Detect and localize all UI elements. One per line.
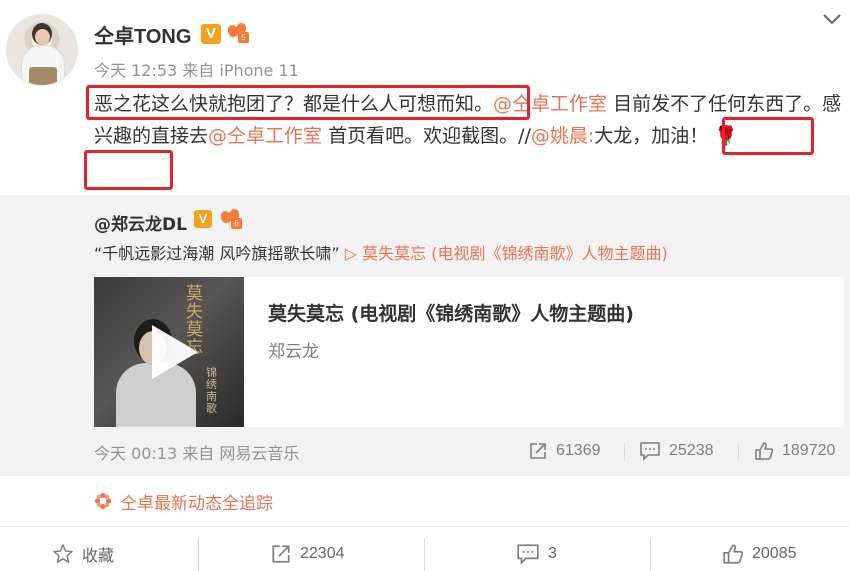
music-link[interactable]: ▷ 莫失莫忘 (电视剧《锦绣南歌》人物主题曲) (345, 244, 668, 263)
repost-quote: “千帆远影过海潮 风吟旗摇歌长啸” (94, 244, 340, 263)
cover-small-text: 锦绣南歌 (206, 366, 217, 415)
favorite-button[interactable]: 收藏 (52, 542, 114, 566)
repost-meta: 今天 00:13 来自 网易云音乐 (94, 440, 299, 464)
music-card[interactable]: 莫失莫忘 锦绣南歌 莫失莫忘 (电视剧《锦绣南歌》人物主题曲) 郑云龙 (94, 277, 844, 427)
comment-icon (640, 442, 660, 461)
highlight-box (84, 150, 173, 190)
repost-like-button[interactable]: 189720 (754, 440, 835, 462)
repost-text: “千帆远影过海潮 风吟旗摇歌长啸” ▷ 莫失莫忘 (电视剧《锦绣南歌》人物主题曲… (94, 240, 668, 264)
favorite-label: 收藏 (82, 548, 115, 565)
post-text-4: 大龙，加油！ (594, 125, 709, 147)
verified-badge-icon: V (201, 24, 221, 44)
repost-like-count: 189720 (782, 442, 836, 459)
like-button[interactable]: 20085 (722, 542, 797, 566)
verified-badge-icon: V (194, 210, 212, 228)
repost-time: 今天 00:13 (94, 444, 178, 463)
comment-button[interactable]: 3 (516, 542, 557, 566)
repost-count: 22304 (300, 545, 345, 562)
comment-count: 3 (548, 545, 557, 562)
mention-link[interactable]: @姚晨 (531, 125, 588, 147)
user-avatar[interactable] (6, 14, 78, 86)
repost-button[interactable]: 22304 (270, 542, 345, 566)
comment-icon (517, 544, 539, 565)
post-username[interactable]: 仝卓TONG (94, 20, 191, 49)
divider (0, 526, 850, 527)
post-source: 来自 iPhone 11 (182, 61, 299, 80)
thumbs-up-icon (723, 544, 744, 564)
post-meta: 今天 12:53 来自 iPhone 11 (94, 57, 299, 81)
repost-source: 来自 网易云音乐 (182, 444, 300, 463)
share-icon (530, 443, 546, 459)
card-title[interactable]: 莫失莫忘 (电视剧《锦绣南歌》人物主题曲) (268, 299, 634, 326)
play-icon[interactable] (144, 323, 202, 381)
post-text-3: 首页看吧。欢迎截图。// (322, 125, 531, 147)
repost-comment-button[interactable]: 25238 (639, 440, 714, 462)
post-text-1: 恶之花这么快就抱团了？都是什么人可想而知。 (94, 93, 494, 115)
repost-share-count: 61369 (556, 442, 601, 459)
flower-icon (94, 492, 112, 510)
post-body: 恶之花这么快就抱团了？都是什么人可想而知。@仝卓工作室 目前发不了任何东西了。感… (94, 88, 842, 152)
share-icon (272, 545, 290, 563)
vip-badge-icon: 6 (218, 207, 242, 229)
vip-badge-icon: 5 (225, 21, 249, 43)
mention-link[interactable]: @仝卓工作室 (208, 125, 322, 147)
topic-link[interactable]: 仝卓最新动态全追踪 (120, 489, 273, 514)
thumbs-up-icon (755, 442, 774, 460)
card-artist: 郑云龙 (268, 342, 319, 362)
repost-comment-count: 25238 (669, 442, 714, 459)
repost-share-button[interactable]: 61369 (528, 440, 601, 462)
album-cover[interactable]: 莫失莫忘 锦绣南歌 (94, 277, 244, 427)
mention-link[interactable]: @仝卓工作室 (493, 93, 607, 115)
post-time: 今天 12:53 (94, 61, 178, 80)
like-count: 20085 (752, 545, 797, 562)
star-icon (53, 544, 73, 563)
chevron-down-icon[interactable] (822, 12, 842, 26)
repost-username[interactable]: @郑云龙DL (94, 210, 187, 235)
rose-emoji-icon: 🌹 (714, 125, 739, 147)
